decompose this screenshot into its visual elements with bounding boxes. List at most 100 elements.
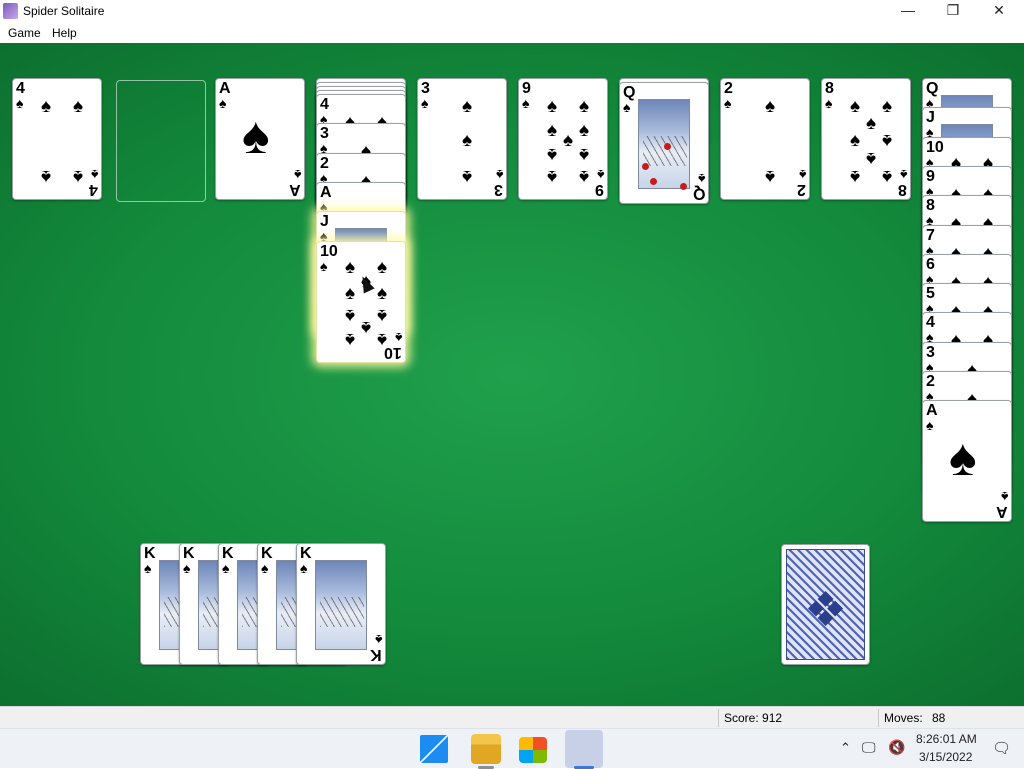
- red-berry-icon: [650, 178, 657, 185]
- tableau-card[interactable]: A♠A♠♠: [215, 78, 305, 200]
- status-bar: Score: 912 Moves: 88: [0, 706, 1024, 728]
- spade-icon: ♠: [16, 97, 24, 112]
- spider-solitaire-taskbar-icon[interactable]: [565, 730, 603, 768]
- menu-game[interactable]: Game: [8, 26, 41, 40]
- card-rank: J: [926, 109, 935, 126]
- red-berry-icon: [680, 183, 687, 190]
- card-rank: 6: [926, 256, 935, 273]
- completed-king-card[interactable]: K♠K♠: [296, 543, 386, 665]
- spade-icon: ♠: [377, 305, 388, 326]
- card-rank: 3: [421, 80, 430, 97]
- restore-button[interactable]: ❐: [930, 0, 976, 22]
- spade-icon: ♠: [926, 419, 934, 434]
- clock-time[interactable]: 8:26:01 AM: [916, 732, 977, 746]
- card-rank: K: [370, 646, 382, 663]
- spade-icon: ♠: [462, 96, 473, 117]
- card-rank: 8: [825, 80, 834, 97]
- chevron-up-icon[interactable]: ⌃: [840, 740, 851, 756]
- spade-icon: ♠: [242, 108, 270, 165]
- card-rank: 2: [797, 181, 806, 198]
- spade-icon: ♠: [850, 166, 861, 187]
- card-back[interactable]: [781, 544, 870, 665]
- card-back-pattern-icon: [786, 549, 865, 660]
- spade-icon: ♠: [73, 96, 84, 117]
- spade-icon: ♠: [377, 329, 388, 350]
- card-rank: K: [222, 545, 234, 562]
- spade-icon: ♠: [222, 562, 230, 577]
- spade-icon: ♠: [798, 166, 806, 181]
- spade-icon: ♠: [293, 166, 301, 181]
- spade-icon: ♠: [724, 97, 732, 112]
- spade-icon: ♠: [579, 120, 590, 141]
- tableau-card[interactable]: A♠A♠♠: [922, 400, 1012, 522]
- spade-icon: ♠: [547, 120, 558, 141]
- spade-icon: ♠: [1000, 488, 1008, 503]
- card-rank: 5: [926, 285, 935, 302]
- card-rank: A: [996, 503, 1008, 520]
- spade-icon: ♠: [361, 317, 372, 338]
- spade-icon: ♠: [300, 562, 308, 577]
- tableau-card[interactable]: 3♠3♠♠♠♠: [417, 78, 507, 200]
- spade-icon: ♠: [320, 260, 328, 275]
- card-rank: 10: [926, 139, 944, 156]
- card-rank: K: [300, 545, 312, 562]
- spade-icon: ♠: [547, 166, 558, 187]
- card-rank: 4: [16, 80, 25, 97]
- card-rank: 2: [926, 373, 935, 390]
- spade-icon: ♠: [697, 170, 705, 185]
- menu-help[interactable]: Help: [52, 26, 77, 40]
- spade-icon: ♠: [345, 283, 356, 304]
- file-explorer-icon[interactable]: [471, 734, 501, 764]
- windows-start-icon[interactable]: [420, 735, 448, 763]
- clock-date[interactable]: 3/15/2022: [919, 750, 972, 764]
- card-rank: J: [320, 213, 329, 230]
- tableau-card[interactable]: 9♠9♠♠♠♠♠♠♠♠♠♠: [518, 78, 608, 200]
- spade-icon: ♠: [623, 101, 631, 116]
- tableau-card[interactable]: 4♠4♠♠♠♠♠: [12, 78, 102, 200]
- spade-icon: ♠: [345, 257, 356, 278]
- game-table: 4♠4♠♠♠♠♠A♠A♠♠4♠4♠♠♠♠♠3♠3♠♠♠♠2♠2♠♠♠A♠A♠♠J…: [0, 43, 1024, 706]
- card-rank: 8: [898, 181, 907, 198]
- microsoft-store-icon[interactable]: [519, 737, 547, 763]
- spade-icon: ♠: [547, 96, 558, 117]
- volume-muted-icon[interactable]: 🔇: [888, 739, 905, 756]
- tableau-card[interactable]: 2♠2♠♠♠: [720, 78, 810, 200]
- empty-column-slot[interactable]: [116, 80, 206, 202]
- tableau-card[interactable]: Q♠Q♠: [619, 82, 709, 204]
- spade-icon: ♠: [421, 97, 429, 112]
- spade-icon: ♠: [462, 166, 473, 187]
- spider-solitaire-app-icon: [3, 3, 18, 19]
- spade-icon: ♠: [377, 257, 388, 278]
- tableau-card[interactable]: 8♠8♠♠♠♠♠♠♠♠♠: [821, 78, 911, 200]
- spade-icon: ♠: [522, 97, 530, 112]
- spade-icon: ♠: [765, 96, 776, 117]
- window-title: Spider Solitaire: [23, 4, 105, 18]
- close-button[interactable]: ✕: [976, 0, 1022, 22]
- card-rank: Q: [692, 185, 705, 202]
- card-rank: 3: [494, 181, 503, 198]
- red-berry-icon: [664, 143, 671, 150]
- notifications-icon[interactable]: 🗨: [992, 739, 1011, 757]
- spade-icon: ♠: [866, 113, 877, 134]
- tableau-card[interactable]: 10♠10♠♠♠♠♠♠♠♠♠♠♠: [316, 241, 406, 363]
- spade-icon: ♠: [563, 130, 574, 151]
- spade-icon: ♠: [345, 329, 356, 350]
- card-rank: 2: [320, 155, 329, 172]
- minimize-button[interactable]: —: [885, 0, 931, 22]
- spade-icon: ♠: [90, 166, 98, 181]
- spade-icon: ♠: [41, 96, 52, 117]
- card-rank: 4: [320, 96, 329, 113]
- card-rank: 8: [926, 197, 935, 214]
- spade-icon: ♠: [377, 283, 388, 304]
- spade-icon: ♠: [882, 166, 893, 187]
- card-rank: 4: [926, 314, 935, 331]
- spade-icon: ♠: [579, 96, 590, 117]
- card-rank: 9: [522, 80, 531, 97]
- network-icon[interactable]: 🖵: [862, 739, 876, 756]
- card-rank: K: [261, 545, 273, 562]
- moves-label: Moves:: [884, 711, 923, 725]
- spade-icon: ♠: [825, 97, 833, 112]
- spade-icon: ♠: [394, 329, 402, 344]
- winter-tree-face-art: [315, 560, 367, 650]
- card-rank: 7: [926, 227, 935, 244]
